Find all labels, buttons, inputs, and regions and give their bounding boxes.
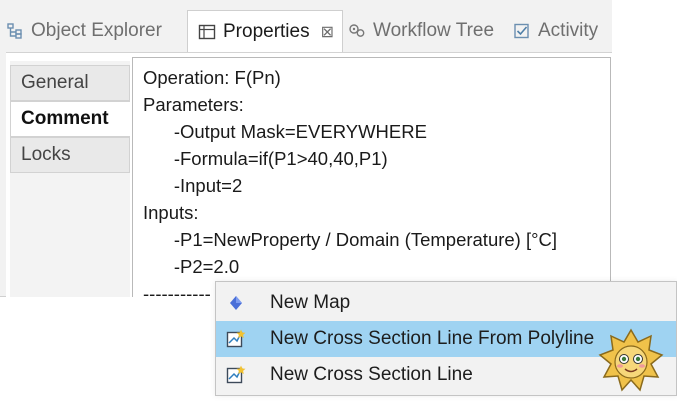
- menu-item-new-map[interactable]: New Map: [216, 285, 676, 321]
- view-tab-bar: Object Explorer Properties ⊠ Workflow Tr…: [6, 10, 612, 52]
- tab-label: Object Explorer: [31, 20, 162, 41]
- workflow-tree-icon: [349, 24, 365, 37]
- cross-section-icon: [226, 329, 246, 348]
- side-tab-label: Locks: [21, 144, 71, 165]
- comment-line: -P1=NewProperty / Domain (Temperature) […: [143, 229, 558, 250]
- comment-line: -Output Mask=EVERYWHERE: [143, 121, 427, 142]
- side-tab-comment[interactable]: Comment: [10, 101, 130, 137]
- comment-line: Parameters:: [143, 94, 244, 115]
- side-tab-general[interactable]: General: [10, 65, 130, 101]
- comment-line: Operation: F(Pn): [143, 67, 281, 88]
- comment-line: -P2=2.0: [143, 256, 240, 277]
- property-side-tabs: General Comment Locks: [10, 61, 130, 297]
- tab-label: Activity: [538, 20, 599, 41]
- menu-item-label: New Map: [270, 292, 351, 313]
- side-tab-label: Comment: [21, 108, 109, 129]
- menu-item-label: New Cross Section Line From Polyline: [270, 328, 595, 349]
- comment-textarea[interactable]: Operation: F(Pn) Parameters: -Output Mas…: [132, 57, 611, 297]
- tab-properties[interactable]: Properties ⊠: [187, 10, 343, 52]
- side-tab-locks[interactable]: Locks: [10, 137, 130, 173]
- properties-icon: [198, 24, 216, 39]
- tab-label: Properties: [223, 20, 310, 42]
- side-tab-label: General: [21, 72, 89, 93]
- properties-content: General Comment Locks Operation: F(Pn) P…: [6, 52, 612, 297]
- tab-label: Workflow Tree: [373, 20, 495, 41]
- tab-activity[interactable]: Activity: [513, 10, 598, 52]
- close-tab-icon[interactable]: ⊠: [321, 22, 334, 42]
- mascot-face-icon: [598, 328, 664, 392]
- activity-icon: [514, 23, 529, 39]
- map-diamond-icon: [230, 296, 242, 310]
- comment-line: -Input=2: [143, 175, 243, 196]
- tab-workflow-tree[interactable]: Workflow Tree: [348, 10, 494, 52]
- comment-line: Inputs:: [143, 202, 199, 223]
- properties-view: Object Explorer Properties ⊠ Workflow Tr…: [0, 0, 612, 297]
- object-explorer-icon: [7, 23, 22, 39]
- tab-object-explorer[interactable]: Object Explorer: [6, 10, 162, 52]
- menu-item-label: New Cross Section Line: [270, 364, 473, 385]
- comment-line: -Formula=if(P1>40,40,P1): [143, 148, 388, 169]
- cross-section-icon: [226, 365, 246, 384]
